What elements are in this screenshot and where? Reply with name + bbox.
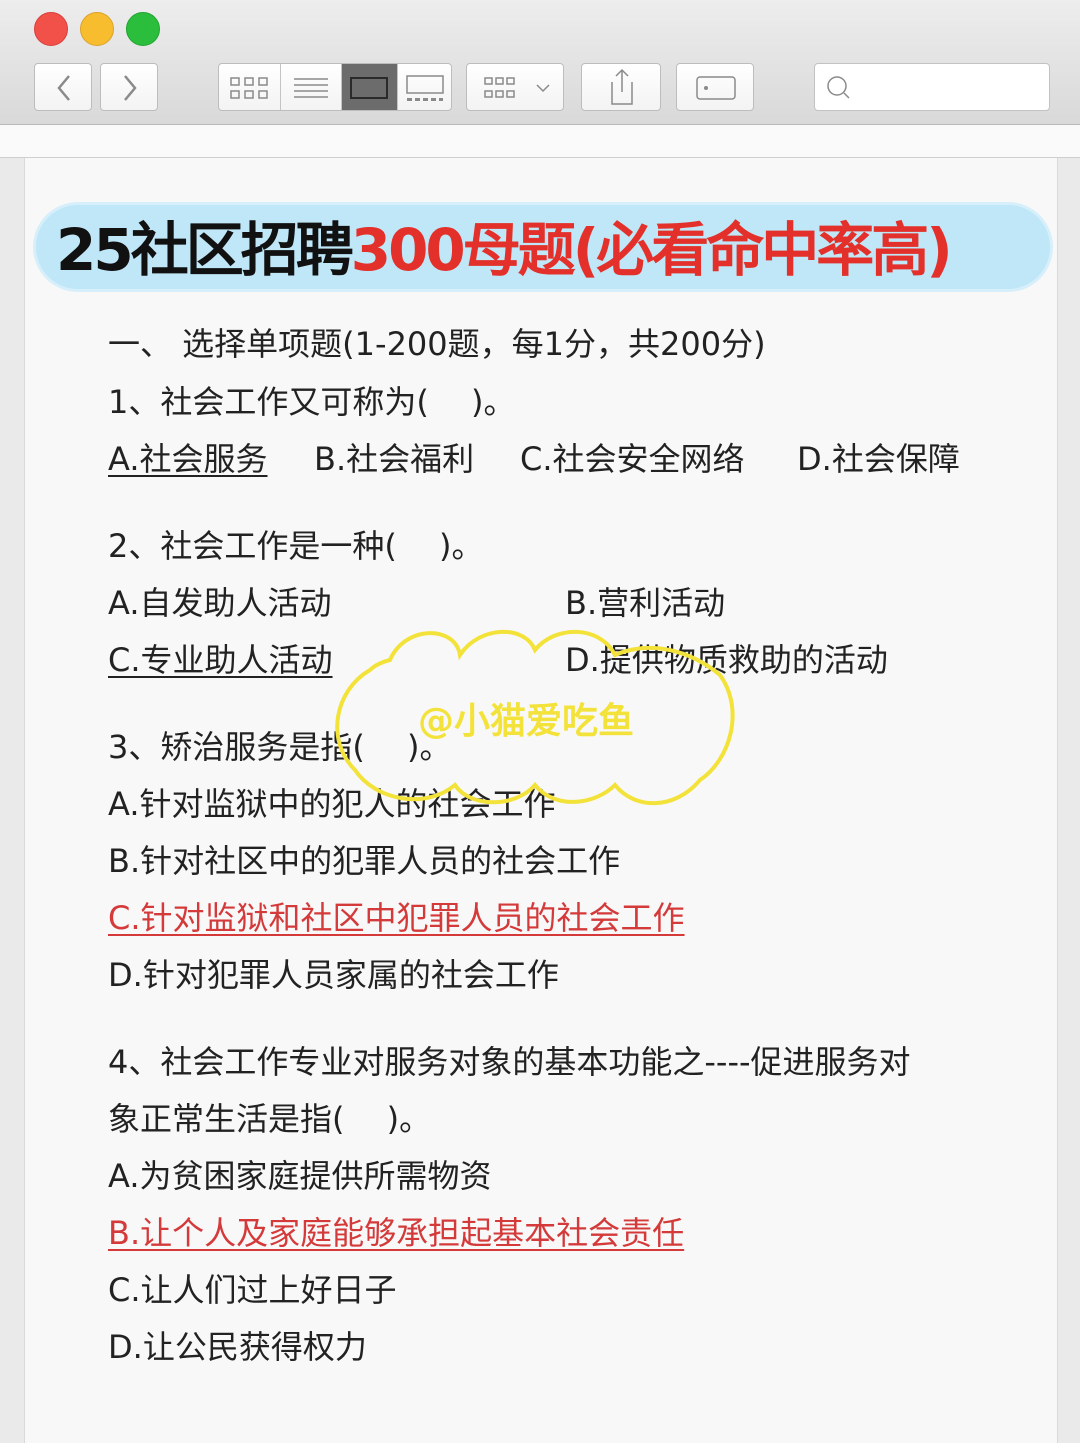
q1-option-a-answer: A.社会服务 bbox=[108, 440, 268, 478]
section-header: 一、 选择单项题(1-200题，每1分，共200分) bbox=[108, 325, 766, 363]
share-icon bbox=[611, 68, 633, 105]
q2-option-a: A.自发助人活动 bbox=[108, 584, 332, 622]
question-4-line-2: 象正常生活是指( )。 bbox=[108, 1100, 432, 1138]
q1-option-d: D.社会保障 bbox=[797, 440, 960, 478]
search-field[interactable] bbox=[814, 63, 1050, 111]
gallery-view-icon[interactable] bbox=[397, 64, 452, 111]
group-icon bbox=[484, 77, 550, 98]
window-toolbar bbox=[0, 0, 1080, 125]
q2-option-b: B.营利活动 bbox=[565, 584, 726, 622]
q3-option-c-answer: C.针对监狱和社区中犯罪人员的社会工作 bbox=[108, 899, 685, 937]
forward-button[interactable] bbox=[100, 63, 158, 111]
tag-button[interactable] bbox=[676, 63, 754, 111]
document-title: 25社区招聘300母题(必看命中率高) bbox=[56, 210, 1056, 290]
chevron-down-icon bbox=[536, 84, 550, 93]
title-black-part: 25社区招聘 bbox=[56, 216, 354, 284]
watermark-text: @小猫爱吃鱼 bbox=[418, 701, 635, 742]
share-button[interactable] bbox=[581, 63, 661, 111]
forward-icon bbox=[124, 75, 137, 101]
q4-option-d: D.让公民获得权力 bbox=[108, 1328, 367, 1366]
zoom-window-button[interactable] bbox=[126, 12, 160, 46]
q4-option-b-answer: B.让个人及家庭能够承担起基本社会责任 bbox=[108, 1214, 685, 1252]
question-4-line-1: 4、社会工作专业对服务对象的基本功能之----促进服务对 bbox=[108, 1043, 911, 1081]
q4-option-a: A.为贫困家庭提供所需物资 bbox=[108, 1157, 492, 1195]
q2-option-c-answer: C.专业助人活动 bbox=[108, 641, 333, 679]
q3-option-d: D.针对犯罪人员家属的社会工作 bbox=[108, 956, 559, 994]
group-by-button[interactable] bbox=[466, 63, 564, 111]
q1-option-c: C.社会安全网络 bbox=[520, 440, 745, 478]
back-button[interactable] bbox=[34, 63, 92, 111]
view-mode-segmented-control bbox=[218, 63, 452, 111]
question-2: 2、社会工作是一种( )。 bbox=[108, 527, 484, 565]
question-1: 1、社会工作又可称为( )。 bbox=[108, 383, 516, 421]
tag-icon bbox=[696, 76, 736, 100]
back-icon bbox=[57, 75, 70, 101]
q4-option-c: C.让人们过上好日子 bbox=[108, 1271, 397, 1309]
cover-flow-icon[interactable] bbox=[341, 64, 397, 111]
minimize-window-button[interactable] bbox=[80, 12, 114, 46]
search-icon bbox=[827, 76, 850, 99]
list-view-icon[interactable] bbox=[281, 64, 341, 111]
path-bar bbox=[0, 125, 1080, 158]
title-red-part: 300母题(必看命中率高) bbox=[350, 216, 953, 284]
close-window-button[interactable] bbox=[34, 12, 68, 46]
q1-option-b: B.社会福利 bbox=[314, 440, 475, 478]
icon-view-icon[interactable] bbox=[219, 64, 279, 111]
q3-option-b: B.针对社区中的犯罪人员的社会工作 bbox=[108, 842, 621, 880]
